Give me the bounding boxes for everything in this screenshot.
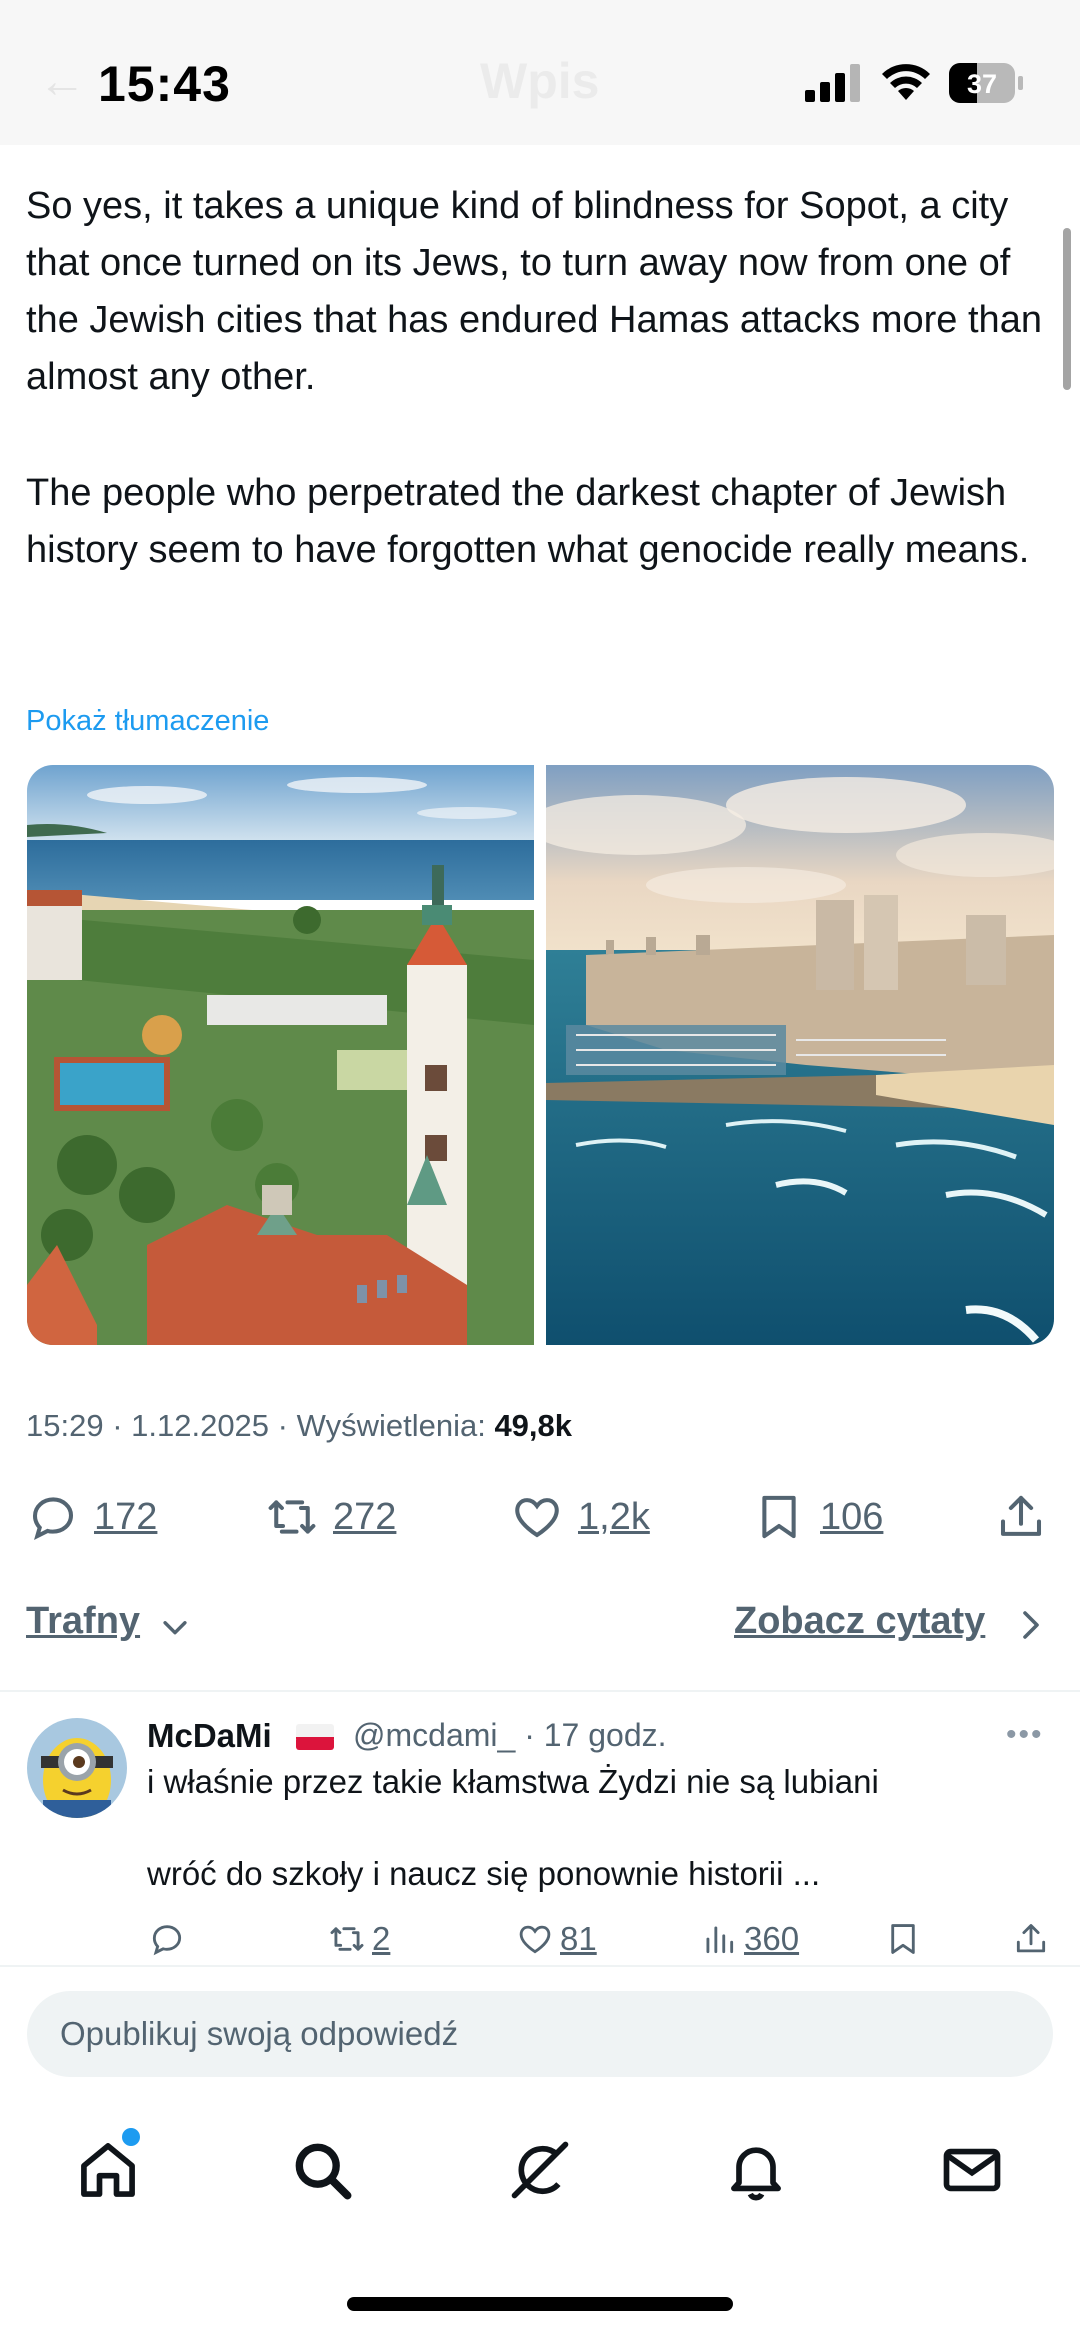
- poland-flag-icon: [296, 1724, 334, 1750]
- sort-dropdown[interactable]: Trafny: [26, 1600, 140, 1643]
- tweet-meta: 15:29 · 1.12.2025 · Wyświetlenia: 49,8k: [26, 1408, 572, 1444]
- reply-view-count: 360: [744, 1920, 800, 1957]
- view-quotes-link[interactable]: Zobacz cytaty: [734, 1600, 985, 1643]
- reply-repost-count: 2: [372, 1920, 391, 1957]
- repost-icon: [330, 1927, 364, 1951]
- analytics-icon: [706, 1926, 734, 1954]
- like-count: 1,2k: [578, 1495, 650, 1538]
- search-icon[interactable]: [288, 2136, 356, 2204]
- notification-dot: [122, 2128, 140, 2146]
- battery-level: 37: [967, 69, 997, 99]
- bookmark-icon: [891, 1924, 915, 1954]
- reply-icon: [152, 1925, 182, 1956]
- bookmark-count: 106: [820, 1495, 884, 1538]
- heart-icon: [519, 1925, 551, 1954]
- share-icon: [1016, 1924, 1046, 1953]
- reply-count: 172: [94, 1495, 158, 1538]
- view-count: 49,8k: [494, 1408, 573, 1443]
- avatar[interactable]: [27, 1718, 127, 1818]
- heart-icon: [515, 1498, 559, 1538]
- reply-text: i właśnie przez takie kłamstwa Żydzi nie…: [147, 1763, 879, 1800]
- home-icon[interactable]: [74, 2136, 142, 2204]
- reply-views-button[interactable]: 360: [700, 1918, 799, 1960]
- reply-repost-button[interactable]: 2: [328, 1918, 390, 1960]
- repost-count: 272: [333, 1495, 397, 1538]
- repost-icon: [268, 1500, 316, 1534]
- reply-icon: [32, 1497, 74, 1541]
- reply-handle-time: @mcdami_ · 17 godz.: [353, 1717, 667, 1753]
- reply-author-name[interactable]: McDaMi: [147, 1717, 272, 1755]
- status-time: 15:43: [98, 56, 231, 112]
- home-indicator: [347, 2297, 733, 2311]
- header-title: Wpis: [480, 53, 600, 109]
- more-options-icon[interactable]: •••: [1006, 1718, 1044, 1752]
- show-translation-link[interactable]: Pokaż tłumaczenie: [26, 705, 269, 738]
- reply-like-count: 81: [560, 1920, 597, 1957]
- share-icon: [1000, 1495, 1042, 1536]
- repost-button[interactable]: 272: [265, 1487, 396, 1547]
- composer-placeholder[interactable]: Opublikuj swoją odpowiedź: [60, 2015, 458, 2053]
- reply-like-button[interactable]: 81: [516, 1918, 597, 1960]
- like-button[interactable]: 1,2k: [510, 1487, 650, 1547]
- battery-icon: 37: [949, 63, 1023, 103]
- bookmark-icon: [762, 1495, 796, 1539]
- reply-button[interactable]: 172: [26, 1487, 157, 1547]
- bookmark-button[interactable]: 106: [752, 1487, 883, 1547]
- tweet-paragraph: So yes, it takes a unique kind of blindn…: [26, 185, 1042, 398]
- reply-share-button[interactable]: [1012, 1918, 1050, 1960]
- scrollbar[interactable]: [1063, 228, 1071, 390]
- chevron-down-icon[interactable]: [158, 1610, 192, 1644]
- reply-text: wróć do szkoły i naucz się ponownie hist…: [147, 1855, 821, 1892]
- reply-reply-button[interactable]: [148, 1918, 186, 1960]
- tweet-paragraph: The people who perpetrated the darkest c…: [26, 472, 1030, 571]
- cellular-signal-icon: [805, 64, 860, 102]
- grok-icon[interactable]: [506, 2136, 574, 2204]
- bell-icon[interactable]: [722, 2136, 790, 2204]
- reply-bookmark-button[interactable]: [884, 1918, 922, 1960]
- wifi-icon: [882, 64, 930, 100]
- share-button[interactable]: [994, 1487, 1048, 1547]
- divider: [0, 1690, 1080, 1692]
- chevron-right-icon[interactable]: [1016, 1606, 1046, 1644]
- back-arrow-icon[interactable]: ←: [38, 54, 86, 109]
- tweet-timestamp: 15:29 · 1.12.2025 · Wyświetlenia:: [26, 1408, 486, 1443]
- mail-icon[interactable]: [938, 2136, 1006, 2204]
- tweet-image-coastal-city[interactable]: [546, 765, 1054, 1345]
- tweet-image-sopot[interactable]: [27, 765, 534, 1345]
